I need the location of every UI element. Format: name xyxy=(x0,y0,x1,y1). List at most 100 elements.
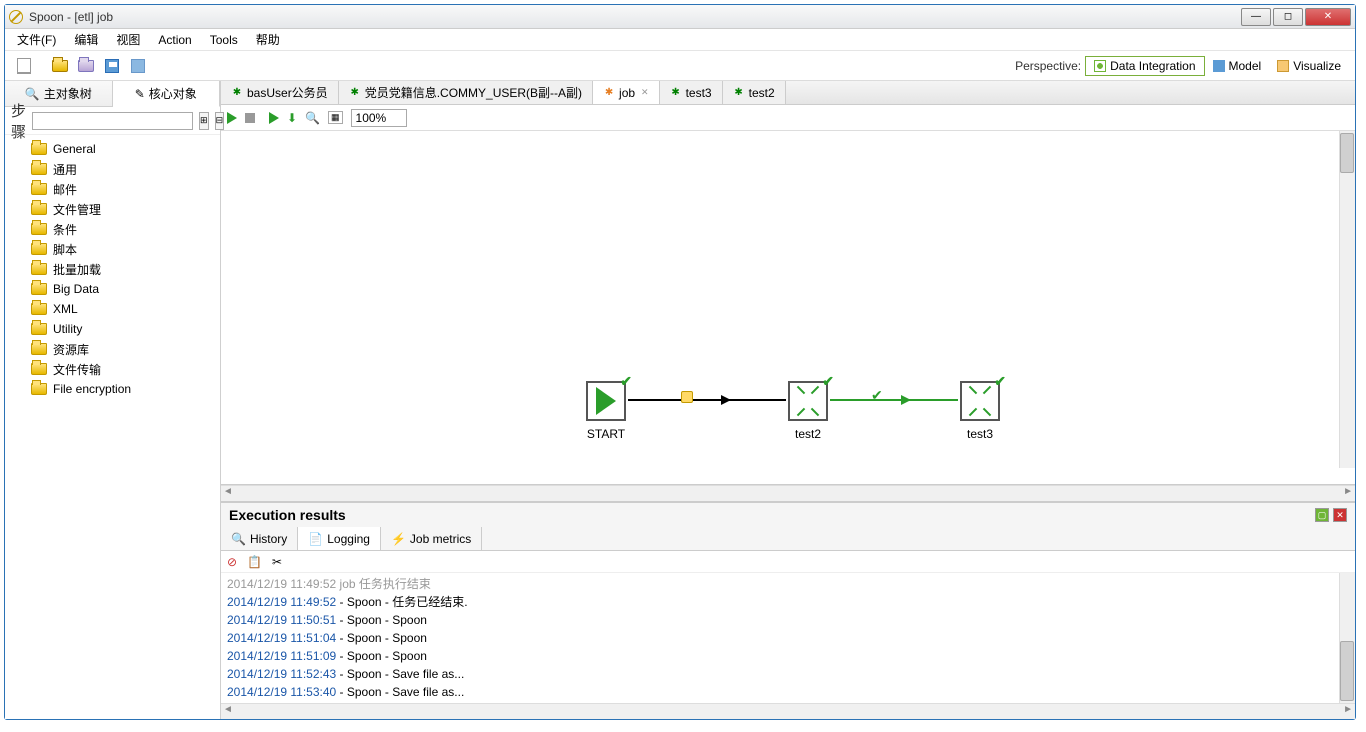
sidebar-tab-core[interactable]: ✎ 核心对象 xyxy=(113,81,221,107)
job-entry-start[interactable]: ✔ START xyxy=(586,381,626,421)
log-settings-icon[interactable]: 📋 xyxy=(247,555,262,569)
canvas-wrapper: ✔ ✔ START ✔ test2 ✔ xyxy=(221,131,1355,485)
tree-item-label: 文件管理 xyxy=(53,201,101,218)
explore-icon[interactable] xyxy=(77,57,95,75)
folder-icon xyxy=(31,383,47,395)
debug-icon[interactable]: ⬇ xyxy=(287,111,297,125)
check-icon: ✔ xyxy=(822,373,834,390)
check-icon: ✔ xyxy=(994,373,1006,390)
sidebar: 🔍 主对象树 ✎ 核心对象 步骤 ⊞ ⊟ General通用邮件文件管理条件脚本… xyxy=(5,81,221,719)
open-file-icon[interactable] xyxy=(51,57,69,75)
perspective-visualize[interactable]: Visualize xyxy=(1269,57,1349,75)
transformation-icon xyxy=(231,87,243,99)
close-icon[interactable]: ✕ xyxy=(641,87,649,98)
replay-icon[interactable]: 🔍 xyxy=(305,111,320,125)
folder-icon xyxy=(31,343,47,355)
sql-icon[interactable]: ▦ xyxy=(328,111,343,124)
history-icon: 🔍 xyxy=(231,532,246,546)
panel-maximize-button[interactable]: ▢ xyxy=(1315,508,1329,522)
job-entry-test2[interactable]: ✔ test2 xyxy=(788,381,828,421)
tab-label: job xyxy=(619,86,635,100)
new-file-icon[interactable] xyxy=(15,57,33,75)
perspective-data-integration[interactable]: Data Integration xyxy=(1085,56,1204,76)
transformation-icon xyxy=(670,87,682,99)
tree-item[interactable]: Big Data xyxy=(5,279,220,299)
zoom-select[interactable]: 100% xyxy=(351,109,408,127)
menu-help[interactable]: 帮助 xyxy=(248,29,288,50)
tree-item-label: 条件 xyxy=(53,221,77,238)
log-edit-icon[interactable]: ✂ xyxy=(272,555,282,569)
tree-item-label: 邮件 xyxy=(53,181,77,198)
menu-action[interactable]: Action xyxy=(150,31,199,49)
editor-tab[interactable]: test2 xyxy=(723,81,786,104)
editor-tab[interactable]: job ✕ xyxy=(593,81,660,104)
execution-results-header: Execution results ▢ ✕ xyxy=(221,503,1355,527)
start-icon xyxy=(596,387,616,415)
canvas-scrollbar-horizontal[interactable] xyxy=(221,485,1355,501)
tree-item[interactable]: 批量加载 xyxy=(5,259,220,279)
job-entry-test3[interactable]: ✔ test3 xyxy=(960,381,1000,421)
tree-item-label: 文件传输 xyxy=(53,361,101,378)
job-icon xyxy=(603,87,615,99)
canvas-scrollbar-vertical[interactable] xyxy=(1339,131,1355,468)
tree-item[interactable]: General xyxy=(5,139,220,159)
editor-tab[interactable]: test3 xyxy=(660,81,723,104)
tree-item[interactable]: 文件传输 xyxy=(5,359,220,379)
folder-icon xyxy=(31,263,47,275)
pencil-icon: ✎ xyxy=(135,87,145,101)
tree-item[interactable]: 邮件 xyxy=(5,179,220,199)
pause-icon[interactable] xyxy=(245,113,255,123)
tree-item-label: 批量加载 xyxy=(53,261,101,278)
hop-line[interactable] xyxy=(628,399,786,401)
log-line: 2014/12/19 11:51:04 - Spoon - Spoon xyxy=(227,629,1349,647)
execution-tabs: 🔍 History 📄 Logging ⚡ Job metrics xyxy=(221,527,1355,551)
menu-edit[interactable]: 编辑 xyxy=(66,29,106,50)
tree-item[interactable]: 条件 xyxy=(5,219,220,239)
scroll-thumb[interactable] xyxy=(1340,641,1354,701)
exec-tab-history[interactable]: 🔍 History xyxy=(221,527,298,550)
check-icon: ✔ xyxy=(871,387,883,404)
tree-item[interactable]: 通用 xyxy=(5,159,220,179)
spoon-icon xyxy=(9,10,23,24)
tab-label: test3 xyxy=(686,86,712,100)
tree-item[interactable]: 脚本 xyxy=(5,239,220,259)
tab-label: test2 xyxy=(749,86,775,100)
menu-view[interactable]: 视图 xyxy=(108,29,148,50)
menu-file[interactable]: 文件(F) xyxy=(9,29,64,50)
tree-item-label: 脚本 xyxy=(53,241,77,258)
editor-tab[interactable]: basUser公务员 xyxy=(221,81,339,104)
minimize-button[interactable]: — xyxy=(1241,8,1271,26)
clear-log-icon[interactable]: ⊘ xyxy=(227,555,237,569)
exec-tab-logging[interactable]: 📄 Logging xyxy=(298,527,381,550)
tree-item[interactable]: XML xyxy=(5,299,220,319)
step-tree[interactable]: General通用邮件文件管理条件脚本批量加载Big DataXMLUtilit… xyxy=(5,135,220,719)
panel-close-button[interactable]: ✕ xyxy=(1333,508,1347,522)
preview-icon[interactable] xyxy=(269,112,279,124)
log-body[interactable]: 2014/12/19 11:49:52 job 任务执行结束 2014/12/1… xyxy=(221,573,1355,703)
tree-item[interactable]: Utility xyxy=(5,319,220,339)
save-as-icon[interactable] xyxy=(129,57,147,75)
log-scrollbar-vertical[interactable] xyxy=(1339,573,1355,703)
close-button[interactable]: ✕ xyxy=(1305,8,1351,26)
data-integration-icon xyxy=(1094,60,1106,72)
menu-tools[interactable]: Tools xyxy=(202,31,246,49)
expand-button[interactable]: ⊞ xyxy=(199,112,209,130)
exec-tab-metrics[interactable]: ⚡ Job metrics xyxy=(381,527,482,550)
editor-tab[interactable]: 党员党籍信息.COMMY_USER(B副--A副) xyxy=(339,81,593,104)
step-filter-input[interactable] xyxy=(32,112,193,130)
run-icon[interactable] xyxy=(227,112,237,124)
perspective-model[interactable]: Model xyxy=(1205,57,1270,75)
titlebar[interactable]: Spoon - [etl] job — ◻ ✕ xyxy=(5,5,1355,29)
log-toolbar: ⊘ 📋 ✂ xyxy=(221,551,1355,573)
log-scrollbar-horizontal[interactable] xyxy=(221,703,1355,719)
folder-icon xyxy=(31,163,47,175)
logging-icon: 📄 xyxy=(308,532,323,546)
maximize-button[interactable]: ◻ xyxy=(1273,8,1303,26)
hop-line-success[interactable] xyxy=(830,399,958,401)
tree-item[interactable]: 资源库 xyxy=(5,339,220,359)
tree-item[interactable]: File encryption xyxy=(5,379,220,399)
job-canvas[interactable]: ✔ ✔ START ✔ test2 ✔ xyxy=(221,131,1355,484)
tree-item[interactable]: 文件管理 xyxy=(5,199,220,219)
save-icon[interactable] xyxy=(103,57,121,75)
scroll-thumb[interactable] xyxy=(1340,133,1354,173)
